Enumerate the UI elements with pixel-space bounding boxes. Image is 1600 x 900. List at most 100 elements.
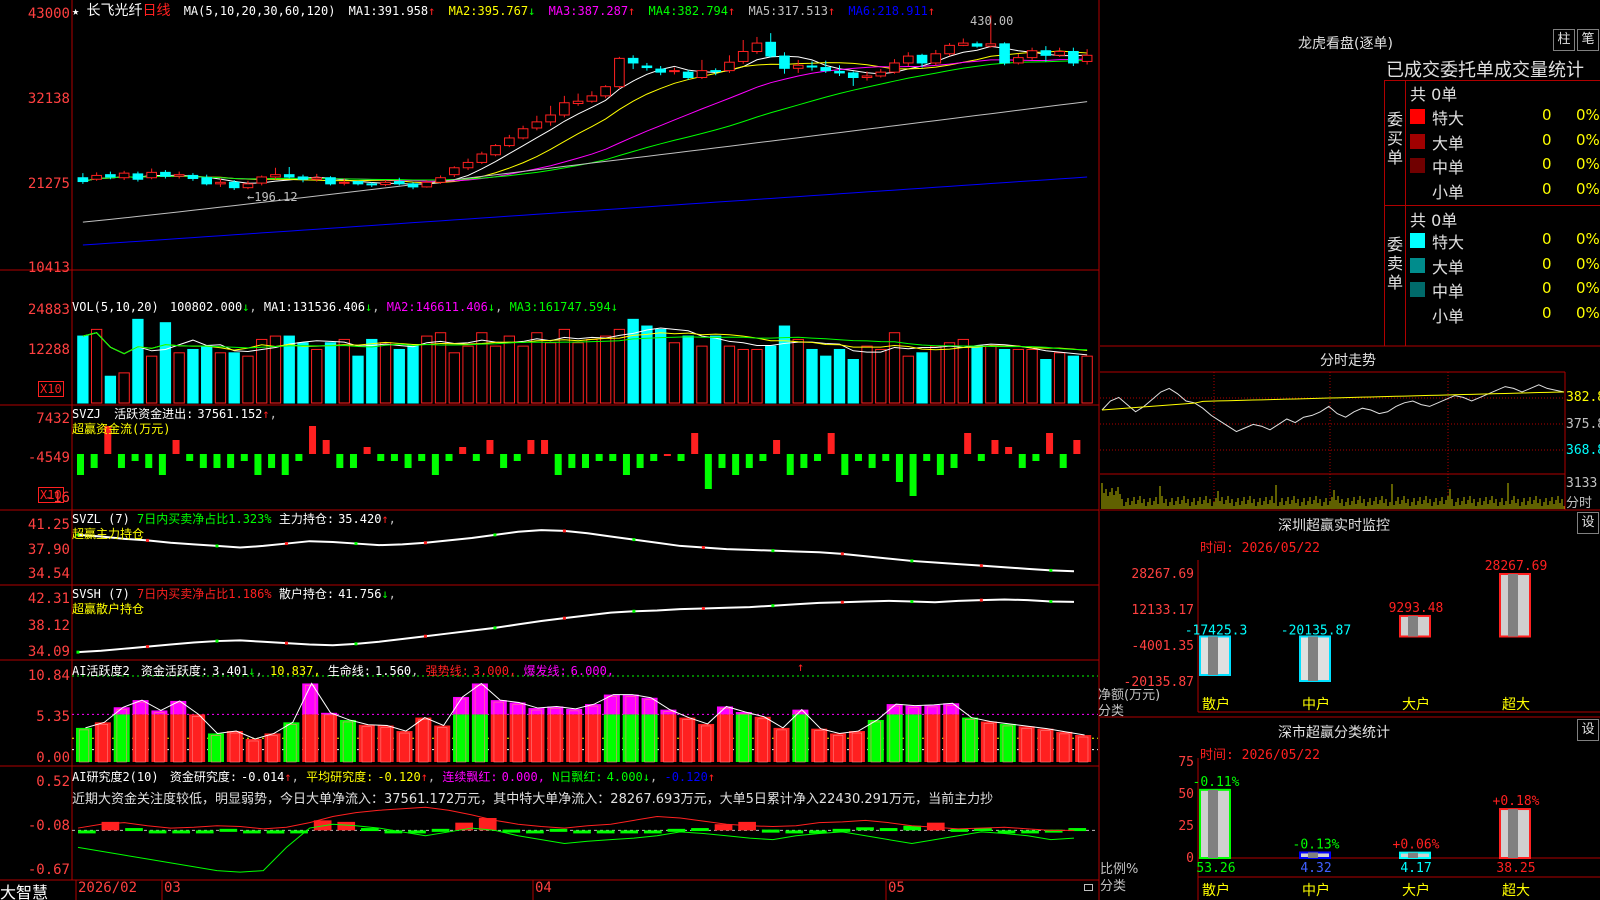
main-header: ★ 长飞光纤日线 MA(5,10,20,30,60,120) MA1:391.9…: [72, 3, 936, 19]
fs-price-line: [1101, 384, 1565, 433]
capital-flow-bar: [868, 454, 876, 468]
order-count: 0: [1542, 279, 1552, 297]
activity-bar: [358, 724, 375, 762]
candle-body: [531, 121, 543, 129]
sh-title: 深市超赢分类统计: [1278, 725, 1390, 741]
research-bar: [691, 828, 709, 832]
sz-category-1: 中户: [1302, 696, 1330, 713]
left-chart-area[interactable]: ↑: [0, 0, 1100, 900]
candle-body: [173, 174, 185, 177]
volume-bar: [586, 338, 598, 404]
candle-body: [696, 70, 708, 78]
xaxis-label-0: 2026/02: [78, 880, 138, 896]
candle-body: [283, 174, 295, 178]
lock-icon: [1084, 884, 1093, 891]
main-ytick-1: 32138: [27, 91, 70, 107]
candle-body: [448, 167, 460, 176]
main-position-line-dot: [423, 541, 427, 545]
retail-position-line-dot: [423, 634, 427, 638]
capital-flow-bar: [745, 454, 753, 468]
volume-bar: [159, 322, 172, 404]
candle-body: [421, 181, 433, 188]
retail-position-line-dot: [979, 598, 983, 602]
fs-unit: 分时: [1566, 496, 1593, 511]
research-bar: [1021, 830, 1039, 834]
research-bar: [431, 828, 450, 832]
buy-row-0: 特大 0 0%: [1406, 104, 1600, 128]
candle-body: [820, 67, 832, 72]
activity-bar: [622, 714, 639, 762]
volume-bar: [489, 345, 502, 404]
sh-pct-label-0: 53.26: [1196, 861, 1235, 876]
volume-bar: [888, 332, 901, 404]
capital-flow-bar: [445, 454, 453, 461]
order-size-label: 中单: [1432, 282, 1465, 301]
period-label[interactable]: 日线: [142, 3, 170, 19]
bar-mode-button[interactable]: 柱: [1553, 29, 1575, 51]
volume-bar: [723, 345, 736, 404]
capital-flow-bar: [363, 447, 371, 454]
activity-bar: [830, 733, 847, 762]
capital-flow-bar: [90, 454, 98, 468]
main-ytick-2: 21275: [27, 176, 70, 192]
tick-mode-button[interactable]: 笔: [1577, 29, 1599, 51]
order-size-label: 小单: [1432, 182, 1465, 202]
candle-body: [1054, 50, 1065, 56]
activity-bar: [434, 725, 451, 762]
volume-bar: [820, 355, 832, 404]
sh-pct-label-2: 4.17: [1400, 861, 1431, 876]
volume-bar: [1040, 359, 1052, 404]
activity-bar-burst: [566, 708, 583, 715]
sz-bar-shade-0: [1208, 636, 1218, 676]
volume-bar: [503, 335, 515, 404]
sz-category-3: 超大: [1502, 697, 1530, 713]
research-bar: [526, 830, 544, 834]
volume-bar: [971, 345, 983, 404]
stock-name[interactable]: 长飞光纤: [86, 3, 142, 19]
activity-bar: [302, 714, 319, 762]
capital-flow-bar: [158, 454, 166, 475]
order-tabs[interactable]: 已成交委托单成交量统计: [1386, 56, 1584, 82]
sz-settings-button[interactable]: 设: [1577, 512, 1599, 534]
sh-bar-shade-2: [1408, 852, 1418, 858]
capital-flow-bar: [254, 454, 262, 475]
activity-bar: [641, 714, 658, 762]
ai2-ytick-1: -0.08: [27, 818, 70, 834]
capital-flow-bar: [1046, 433, 1054, 454]
candle-body: [765, 41, 777, 57]
sh-settings-button[interactable]: 设: [1577, 719, 1599, 741]
buy-row-2: 中单 0 0%: [1406, 153, 1600, 177]
volume-bar: [242, 355, 254, 404]
ma2-key: MA2:: [448, 4, 478, 18]
candle-body: [971, 43, 983, 47]
candle-body: [834, 70, 845, 74]
capital-flow-bar: [1073, 440, 1081, 454]
retail-position-line: [77, 598, 1075, 654]
svzj-unit: X10: [38, 487, 64, 503]
capital-flow-bar: [882, 454, 890, 461]
candle-body: [559, 102, 570, 116]
candle-body: [779, 55, 790, 69]
order-count: 0: [1542, 230, 1552, 248]
ai2-ytick-2: -0.67: [27, 862, 70, 878]
activity-bar: [283, 722, 300, 762]
research-bar: [761, 829, 780, 833]
capital-flow-bar: [704, 454, 712, 489]
main-position-line: [77, 529, 1075, 573]
sh-change-label-0: -0.11%: [1193, 775, 1240, 790]
capital-flow-bar: [227, 454, 235, 468]
volume-bar: [338, 338, 350, 404]
volume-bar: [998, 348, 1011, 404]
buy-row-1: 大单 0 0%: [1406, 129, 1600, 153]
order-count: 0: [1542, 155, 1552, 173]
high-price-label: 430.00: [970, 14, 1014, 28]
research-bar: [596, 830, 615, 834]
capital-flow-bar: [677, 454, 685, 461]
activity-bar: [585, 714, 602, 762]
candle-body: [944, 44, 955, 55]
candle-body: [916, 54, 928, 64]
candle-body: [228, 181, 240, 189]
research-bar: [360, 828, 379, 832]
volume-bar: [201, 345, 213, 404]
candle-body: [1081, 54, 1093, 62]
